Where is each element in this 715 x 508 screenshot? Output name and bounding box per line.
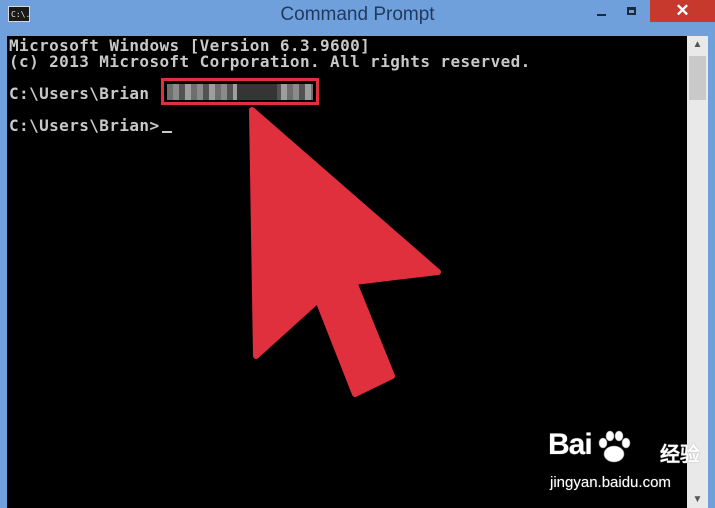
watermark-cn-text: 经验 — [660, 442, 700, 466]
minimize-icon — [596, 14, 606, 16]
maximize-button[interactable] — [618, 0, 644, 22]
baidu-jingyan-watermark: Bai 经验 jingyan.baidu.com — [548, 428, 708, 498]
close-icon: ✕ — [675, 1, 690, 20]
highlight-box — [161, 78, 319, 105]
watermark-logo: Bai — [548, 428, 593, 461]
scroll-thumb[interactable] — [689, 56, 706, 100]
console-line-copyright: (c) 2013 Microsoft Corporation. All righ… — [9, 52, 531, 71]
text-cursor — [161, 131, 172, 133]
close-button[interactable]: ✕ — [650, 0, 715, 22]
watermark-url: jingyan.baidu.com — [550, 474, 671, 491]
title-bar[interactable]: C:\. Command Prompt ✕ — [0, 0, 715, 36]
command-prompt-window: C:\. Command Prompt ✕ Microsoft Windows … — [0, 0, 715, 508]
paw-icon — [598, 430, 631, 463]
console-prompt-line[interactable]: C:\Users\Brian> — [9, 118, 172, 134]
maximize-icon — [626, 7, 636, 15]
console-prompt: C:\Users\Brian> — [9, 116, 160, 135]
scroll-up-arrow-icon[interactable]: ▲ — [687, 36, 708, 53]
console-line-command: C:\Users\Brian — [9, 84, 150, 103]
minimize-button[interactable] — [588, 0, 614, 22]
